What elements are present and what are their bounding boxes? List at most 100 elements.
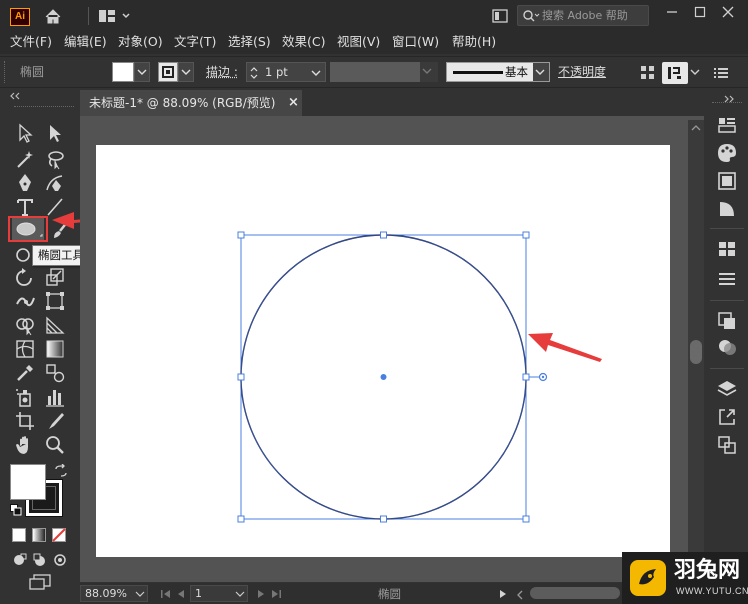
profile-dropdown-button[interactable] — [420, 62, 438, 82]
free-transform-tool-icon[interactable] — [44, 290, 66, 312]
brush-dropdown-arrow[interactable] — [533, 63, 549, 81]
direct-selection-tool-icon[interactable] — [44, 122, 66, 144]
align-icon[interactable] — [640, 65, 656, 84]
handle-bottom-right[interactable] — [523, 516, 529, 522]
fill-color-swatch[interactable] — [112, 62, 134, 82]
opacity-label[interactable]: 不透明度 — [558, 62, 606, 82]
menu-edit[interactable]: 编辑(E) — [64, 32, 107, 54]
artboard-number-field[interactable]: 1 — [190, 585, 248, 602]
draw-behind-icon[interactable] — [32, 552, 48, 571]
horizontal-scroll-thumb[interactable] — [530, 587, 620, 599]
menu-view[interactable]: 视图(V) — [337, 32, 380, 54]
last-artboard-icon[interactable] — [270, 588, 282, 602]
menu-select[interactable]: 选择(S) — [228, 32, 271, 54]
fill-color-box[interactable] — [10, 464, 46, 500]
column-graph-tool-icon[interactable] — [44, 386, 66, 408]
menu-help[interactable]: 帮助(H) — [452, 32, 496, 54]
stroke-weight-field[interactable]: 1 pt — [246, 62, 326, 82]
shape-builder-tool-icon[interactable] — [14, 314, 36, 336]
lasso-tool-icon[interactable] — [44, 148, 66, 170]
maximize-button[interactable] — [686, 0, 714, 26]
document-tab[interactable]: 未标题-1* @ 88.09% (RGB/预览) × — [80, 90, 302, 116]
horizontal-scroll-left-icon[interactable] — [516, 589, 524, 603]
stroke-label[interactable]: 描边 : — [206, 62, 238, 82]
stroke-color-swatch[interactable] — [158, 62, 178, 82]
blend-tool-icon[interactable] — [44, 362, 66, 384]
default-fill-stroke-icon[interactable] — [10, 504, 22, 519]
width-tool-icon[interactable] — [14, 290, 36, 312]
minimize-button[interactable] — [658, 0, 686, 26]
center-point[interactable] — [381, 374, 387, 380]
menu-object[interactable]: 对象(O) — [118, 32, 163, 54]
zoom-tool-icon[interactable] — [44, 434, 66, 456]
rotate-tool-icon[interactable] — [14, 266, 36, 288]
handle-right[interactable] — [523, 374, 529, 380]
handle-top-left[interactable] — [238, 232, 244, 238]
menu-effect[interactable]: 效果(C) — [282, 32, 325, 54]
workspace-layout-icon[interactable] — [99, 9, 131, 26]
color-mode-button[interactable] — [12, 528, 26, 542]
selected-ellipse[interactable] — [236, 230, 552, 526]
gradient-panel-icon[interactable] — [714, 196, 740, 222]
artboards-panel-icon[interactable] — [714, 432, 740, 458]
gradient-mode-button[interactable] — [32, 528, 46, 542]
panel-menu-icon[interactable] — [714, 66, 728, 83]
zoom-field[interactable]: 88.09% — [80, 585, 148, 602]
collapse-panel-icon[interactable] — [8, 92, 22, 103]
perspective-grid-tool-icon[interactable] — [44, 314, 66, 336]
artboard-tool-icon[interactable] — [14, 410, 36, 432]
fill-dropdown-button[interactable] — [134, 62, 150, 82]
options-dropdown-icon[interactable] — [690, 67, 700, 82]
pen-tool-icon[interactable] — [14, 172, 36, 194]
expand-panels-icon[interactable] — [722, 92, 736, 106]
mesh-tool-icon[interactable] — [14, 338, 36, 360]
draw-normal-icon[interactable] — [12, 552, 28, 571]
magic-wand-tool-icon[interactable] — [14, 148, 36, 170]
hand-tool-icon[interactable] — [14, 434, 36, 456]
close-window-button[interactable] — [714, 0, 742, 26]
screen-mode-icon[interactable] — [28, 574, 52, 593]
type-tool-icon[interactable] — [14, 196, 36, 218]
selection-tool-icon[interactable] — [14, 122, 36, 144]
transparency-panel-icon[interactable] — [714, 308, 740, 334]
menu-file[interactable]: 文件(F) — [10, 32, 52, 54]
draw-inside-icon[interactable] — [52, 552, 68, 571]
eyedropper-tool-icon[interactable] — [14, 362, 36, 384]
layers-panel-icon[interactable] — [714, 376, 740, 402]
swap-fill-stroke-icon[interactable] — [54, 464, 68, 481]
brush-definition-dropdown[interactable]: 基本 — [446, 62, 550, 82]
appearance-panel-icon[interactable] — [714, 334, 740, 360]
swatches-panel-icon[interactable] — [714, 168, 740, 194]
document-close-icon[interactable]: × — [288, 90, 299, 116]
export-panel-icon[interactable] — [714, 404, 740, 430]
grip-handle[interactable] — [4, 61, 7, 83]
handle-bottom[interactable] — [381, 516, 387, 522]
menu-window[interactable]: 窗口(W) — [392, 32, 439, 54]
handle-top[interactable] — [381, 232, 387, 238]
knife-tool-icon[interactable] — [44, 410, 66, 432]
properties-panel-icon[interactable] — [714, 112, 740, 138]
first-artboard-icon[interactable] — [160, 588, 172, 602]
previous-artboard-icon[interactable] — [176, 588, 186, 602]
color-panel-icon[interactable] — [714, 140, 740, 166]
vertical-scroll-thumb[interactable] — [690, 340, 702, 364]
symbols-panel-icon[interactable] — [714, 236, 740, 262]
vertical-scrollbar[interactable] — [688, 120, 704, 582]
stroke-panel-icon[interactable] — [714, 266, 740, 292]
handle-left[interactable] — [238, 374, 244, 380]
ellipse-tool-icon[interactable] — [12, 218, 44, 240]
scale-tool-icon[interactable] — [44, 266, 66, 288]
menu-type[interactable]: 文字(T) — [174, 32, 216, 54]
symbol-sprayer-tool-icon[interactable] — [14, 386, 36, 408]
status-menu-arrow-icon[interactable] — [498, 588, 508, 602]
none-mode-button[interactable] — [52, 528, 66, 545]
stroke-dropdown-button[interactable] — [178, 62, 194, 82]
transform-icon[interactable] — [662, 62, 688, 84]
gradient-tool-icon[interactable] — [44, 338, 66, 360]
next-artboard-icon[interactable] — [256, 588, 266, 602]
handle-top-right[interactable] — [523, 232, 529, 238]
variable-width-profile[interactable] — [330, 62, 420, 82]
handle-bottom-left[interactable] — [238, 516, 244, 522]
panel-toggle-icon[interactable] — [492, 9, 508, 26]
curvature-tool-icon[interactable] — [44, 172, 66, 194]
